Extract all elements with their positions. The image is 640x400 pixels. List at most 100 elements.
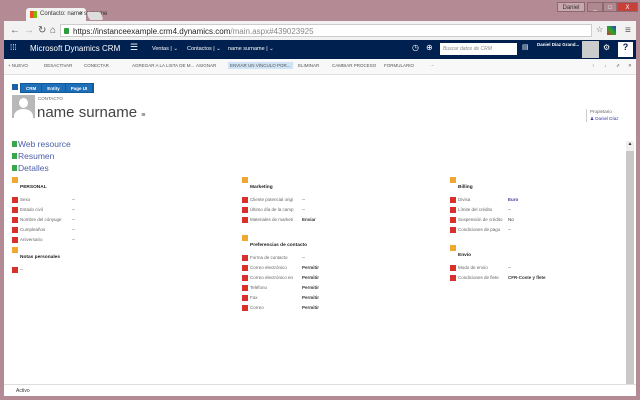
- minimize-button[interactable]: _: [587, 2, 603, 12]
- record-name: name surname ≡: [37, 104, 146, 121]
- form-button[interactable]: FORMULARIO: [384, 63, 414, 68]
- field-value[interactable]: --: [302, 207, 305, 212]
- nav-contactos[interactable]: Contactos | ⌄: [187, 46, 221, 52]
- recent-icon[interactable]: ◷: [412, 43, 419, 52]
- lock-icon: [64, 28, 69, 34]
- field-icon: [242, 275, 248, 281]
- scroll-up-icon[interactable]: ▲: [626, 141, 634, 151]
- connect-button[interactable]: CONECTAR: [84, 63, 109, 68]
- back-icon[interactable]: ←: [10, 25, 20, 36]
- vertical-scrollbar[interactable]: ▲: [626, 141, 634, 385]
- change-process-button[interactable]: CAMBIAR PROCESO: [332, 63, 376, 68]
- ribbon-crm[interactable]: CRM: [21, 84, 43, 92]
- field-value[interactable]: --: [508, 265, 511, 270]
- owner-link[interactable]: ♟ Daniel Díaz: [590, 116, 619, 122]
- field-value[interactable]: --: [72, 217, 75, 222]
- user-avatar[interactable]: [582, 41, 599, 58]
- site-map-icon[interactable]: ☰: [130, 42, 138, 53]
- close-window-button[interactable]: X: [617, 2, 638, 12]
- app-launcher-icon[interactable]: ⁞⁞⁞: [10, 43, 17, 52]
- next-record-icon[interactable]: ↓: [604, 63, 606, 68]
- field-value[interactable]: Permitir: [302, 295, 319, 300]
- field-value[interactable]: No: [508, 217, 514, 222]
- menu-icon[interactable]: ≡: [625, 25, 631, 36]
- new-button[interactable]: + NUEVO: [8, 63, 28, 68]
- field-label: Suspensión de crédito: [458, 217, 503, 222]
- field-label: Correo electrónico: [250, 265, 287, 270]
- app-title[interactable]: Microsoft Dynamics CRM: [30, 44, 120, 53]
- owner-field: Propietario ♟ Daniel Díaz: [586, 109, 619, 122]
- section-detalles[interactable]: Detalles: [12, 163, 49, 173]
- field-icon: [242, 217, 248, 223]
- web-resource-icon: [12, 84, 18, 90]
- more-commands-button[interactable]: ···: [430, 63, 435, 68]
- create-icon[interactable]: ⊕: [426, 43, 433, 52]
- help-icon[interactable]: ?: [618, 42, 633, 57]
- field-icon: [242, 265, 248, 271]
- nav-record[interactable]: name surname | ⌄: [228, 46, 274, 52]
- preferencias-title: Preferencias de contacto: [250, 243, 308, 248]
- field-value[interactable]: --: [72, 207, 75, 212]
- close-form-icon[interactable]: ✕: [628, 63, 632, 69]
- section-icon: [12, 153, 17, 159]
- send-link-button[interactable]: ENVIAR UN VÍNCULO POR...: [228, 62, 293, 69]
- section-resumen[interactable]: Resumen: [12, 151, 54, 161]
- section-web-resource[interactable]: Web resource: [12, 139, 71, 149]
- deactivate-button[interactable]: DESACTIVAR: [44, 63, 72, 68]
- personal-group-icon: [12, 177, 18, 183]
- browser-tab[interactable]: Contacto: name surname ×: [26, 8, 107, 21]
- new-tab-button[interactable]: [86, 12, 104, 20]
- contact-avatar[interactable]: [12, 95, 35, 118]
- reload-icon[interactable]: ↻: [38, 25, 46, 36]
- field-value[interactable]: --: [508, 207, 511, 212]
- field-value[interactable]: --: [72, 197, 75, 202]
- field-value[interactable]: --: [72, 227, 75, 232]
- forward-icon[interactable]: →: [24, 25, 34, 36]
- field-icon: [242, 207, 248, 213]
- extension-icon[interactable]: [607, 26, 616, 35]
- url-host: https://instanceexample.crm4.dynamics.co…: [73, 27, 231, 36]
- field-value[interactable]: Permitir: [302, 265, 319, 270]
- field-value[interactable]: --: [508, 227, 511, 232]
- settings-icon[interactable]: ⚙: [603, 43, 610, 52]
- field-value[interactable]: Permitir: [302, 305, 319, 310]
- ribbon-page-ui[interactable]: Page UI: [66, 84, 94, 92]
- field-value[interactable]: CFR-Coste y flete: [508, 275, 546, 280]
- field-icon: [450, 227, 456, 233]
- preferencias-group-icon: [242, 235, 248, 241]
- field-value[interactable]: --: [302, 197, 305, 202]
- form-selector-icon[interactable]: ≡: [141, 112, 145, 119]
- user-name[interactable]: Daniel Díaz Grand...: [537, 42, 579, 47]
- search-input[interactable]: Buscar datos de CRM: [440, 43, 517, 55]
- field-label: Cliente potencial origi: [250, 197, 294, 202]
- field-value[interactable]: Euro: [508, 197, 518, 202]
- close-tab-icon[interactable]: ×: [79, 11, 83, 17]
- field-label: Condiciones de pago: [458, 227, 501, 232]
- add-to-list-button[interactable]: AGREGAR A LA LISTA DE M...: [132, 63, 194, 68]
- field-icon: [450, 197, 456, 203]
- field-value[interactable]: Permitir: [302, 275, 319, 280]
- previous-record-icon[interactable]: ↑: [592, 63, 594, 68]
- maximize-button[interactable]: □: [603, 2, 617, 12]
- field-icon: [12, 197, 18, 203]
- nav-ventas[interactable]: Ventas | ⌄: [152, 46, 178, 52]
- delete-button[interactable]: ELIMINAR: [298, 63, 319, 68]
- star-icon[interactable]: ☆: [596, 25, 603, 34]
- home-icon[interactable]: ⌂: [50, 25, 56, 36]
- field-value[interactable]: Enviar: [302, 217, 316, 222]
- field-value[interactable]: --: [302, 255, 305, 260]
- field-value[interactable]: Permitir: [302, 285, 319, 290]
- popout-icon[interactable]: ⇗: [616, 63, 620, 69]
- owner-label: Propietario: [590, 109, 612, 114]
- advanced-find-icon[interactable]: ▤: [522, 43, 529, 51]
- personal-title: PERSONAL: [20, 185, 47, 190]
- assign-button[interactable]: ASIGNAR: [196, 63, 216, 68]
- profile-badge[interactable]: Daniel: [557, 2, 585, 12]
- field-value[interactable]: --: [72, 237, 75, 242]
- ribbon-entity[interactable]: Entity: [42, 84, 66, 92]
- field-icon: [12, 227, 18, 233]
- marketing-group-icon: [242, 177, 248, 183]
- url-input[interactable]: https://instanceexample.crm4.dynamics.co…: [60, 24, 592, 37]
- notes-value[interactable]: --: [20, 267, 23, 272]
- field-icon: [12, 237, 18, 243]
